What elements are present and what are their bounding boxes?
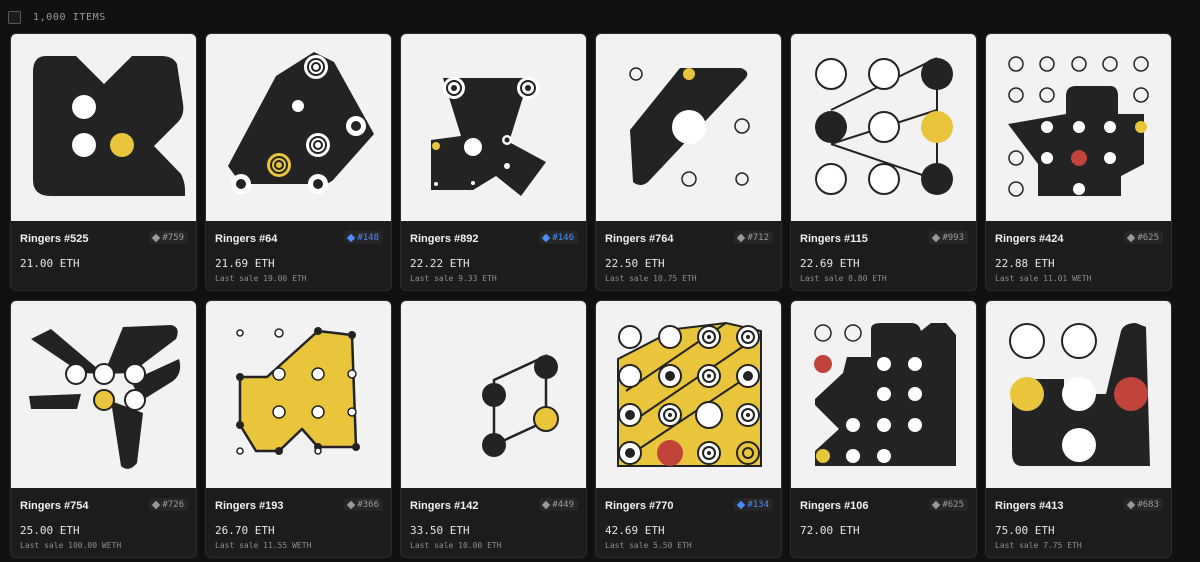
nft-card[interactable]: Ringers #754 #726 25.00 ETH Last sale 10… <box>10 300 197 558</box>
nft-artwork <box>986 34 1171 221</box>
nft-price: 26.70 ETH <box>215 524 275 537</box>
rarity-rank-badge: #449 <box>539 498 578 511</box>
rarity-diamond-icon <box>1127 233 1136 242</box>
nft-price: 22.22 ETH <box>410 257 470 270</box>
nft-artwork <box>401 34 586 221</box>
nft-card[interactable]: Ringers #764 #712 22.50 ETH Last sale 10… <box>595 33 782 291</box>
last-sale: Last sale 11.01 WETH <box>995 274 1092 283</box>
rarity-diamond-icon <box>737 233 746 242</box>
nft-name: Ringers #115 <box>800 233 868 245</box>
nft-name: Ringers #413 <box>995 500 1064 512</box>
nft-name: Ringers #892 <box>410 233 479 245</box>
nft-name: Ringers #64 <box>215 233 278 245</box>
nft-grid: Ringers #525 #759 21.00 ETH Ringers #64 … <box>10 33 1190 558</box>
nft-card[interactable]: Ringers #892 #146 22.22 ETH Last sale 9.… <box>400 33 587 291</box>
rarity-rank-badge: #366 <box>344 498 383 511</box>
items-count: 1,000 ITEMS <box>33 11 106 23</box>
nft-name: Ringers #193 <box>215 500 284 512</box>
rarity-rank-badge: #148 <box>344 231 383 244</box>
nft-card[interactable]: Ringers #770 #134 42.69 ETH Last sale 5.… <box>595 300 782 558</box>
rarity-rank-badge: #993 <box>929 231 968 244</box>
nft-card[interactable]: Ringers #413 #683 75.00 ETH Last sale 7.… <box>985 300 1172 558</box>
last-sale: Last sale 11.55 WETH <box>215 541 312 550</box>
nft-artwork <box>11 34 196 221</box>
last-sale: Last sale 5.50 ETH <box>605 541 692 550</box>
rarity-rank-badge: #625 <box>1124 231 1163 244</box>
last-sale: Last sale 100.00 WETH <box>20 541 122 550</box>
nft-card[interactable]: Ringers #525 #759 21.00 ETH <box>10 33 197 291</box>
nft-price: 25.00 ETH <box>20 524 80 537</box>
nft-card[interactable]: Ringers #142 #449 33.50 ETH Last sale 10… <box>400 300 587 558</box>
nft-card[interactable]: Ringers #106 #625 72.00 ETH <box>790 300 977 558</box>
nft-artwork <box>986 301 1171 488</box>
nft-card[interactable]: Ringers #193 #366 26.70 ETH Last sale 11… <box>205 300 392 558</box>
last-sale: Last sale 10.75 ETH <box>605 274 697 283</box>
rarity-diamond-icon <box>152 233 161 242</box>
rarity-rank-badge: #726 <box>149 498 188 511</box>
nft-artwork <box>206 301 391 488</box>
rarity-rank-badge: #146 <box>539 231 578 244</box>
nft-price: 21.69 ETH <box>215 257 275 270</box>
toolbar: 1,000 ITEMS <box>8 7 106 27</box>
nft-price: 22.88 ETH <box>995 257 1055 270</box>
nft-name: Ringers #764 <box>605 233 674 245</box>
last-sale: Last sale 8.80 ETH <box>800 274 887 283</box>
nft-card[interactable]: Ringers #64 #148 21.69 ETH Last sale 19.… <box>205 33 392 291</box>
nft-artwork <box>791 301 976 488</box>
nft-price: 21.00 ETH <box>20 257 80 270</box>
nft-name: Ringers #525 <box>20 233 89 245</box>
nft-name: Ringers #754 <box>20 500 89 512</box>
rarity-diamond-icon <box>542 233 551 242</box>
nft-name: Ringers #770 <box>605 500 674 512</box>
nft-price: 75.00 ETH <box>995 524 1055 537</box>
rarity-diamond-icon <box>932 233 941 242</box>
nft-price: 33.50 ETH <box>410 524 470 537</box>
rarity-diamond-icon <box>152 500 161 509</box>
select-all-checkbox[interactable] <box>8 10 21 24</box>
nft-artwork <box>596 34 781 221</box>
rarity-diamond-icon <box>737 500 746 509</box>
last-sale: Last sale 10.00 ETH <box>410 541 502 550</box>
rarity-rank-badge: #625 <box>929 498 968 511</box>
nft-artwork <box>401 301 586 488</box>
nft-card[interactable]: Ringers #115 #993 22.69 ETH Last sale 8.… <box>790 33 977 291</box>
rarity-diamond-icon <box>542 500 551 509</box>
nft-price: 22.50 ETH <box>605 257 665 270</box>
rarity-rank-badge: #759 <box>149 231 188 244</box>
rarity-diamond-icon <box>347 233 356 242</box>
nft-name: Ringers #424 <box>995 233 1064 245</box>
nft-price: 72.00 ETH <box>800 524 860 537</box>
nft-price: 42.69 ETH <box>605 524 665 537</box>
nft-artwork <box>791 34 976 221</box>
nft-artwork <box>596 301 781 488</box>
nft-price: 22.69 ETH <box>800 257 860 270</box>
nft-name: Ringers #142 <box>410 500 479 512</box>
rarity-diamond-icon <box>1127 500 1136 509</box>
last-sale: Last sale 7.75 ETH <box>995 541 1082 550</box>
rarity-rank-badge: #712 <box>734 231 773 244</box>
nft-name: Ringers #106 <box>800 500 869 512</box>
nft-artwork <box>11 301 196 488</box>
nft-artwork <box>206 34 391 221</box>
last-sale: Last sale 19.00 ETH <box>215 274 307 283</box>
last-sale: Last sale 9.33 ETH <box>410 274 497 283</box>
rarity-rank-badge: #683 <box>1124 498 1163 511</box>
rarity-diamond-icon <box>347 500 356 509</box>
nft-card[interactable]: Ringers #424 #625 22.88 ETH Last sale 11… <box>985 33 1172 291</box>
rarity-diamond-icon <box>932 500 941 509</box>
rarity-rank-badge: #134 <box>734 498 773 511</box>
